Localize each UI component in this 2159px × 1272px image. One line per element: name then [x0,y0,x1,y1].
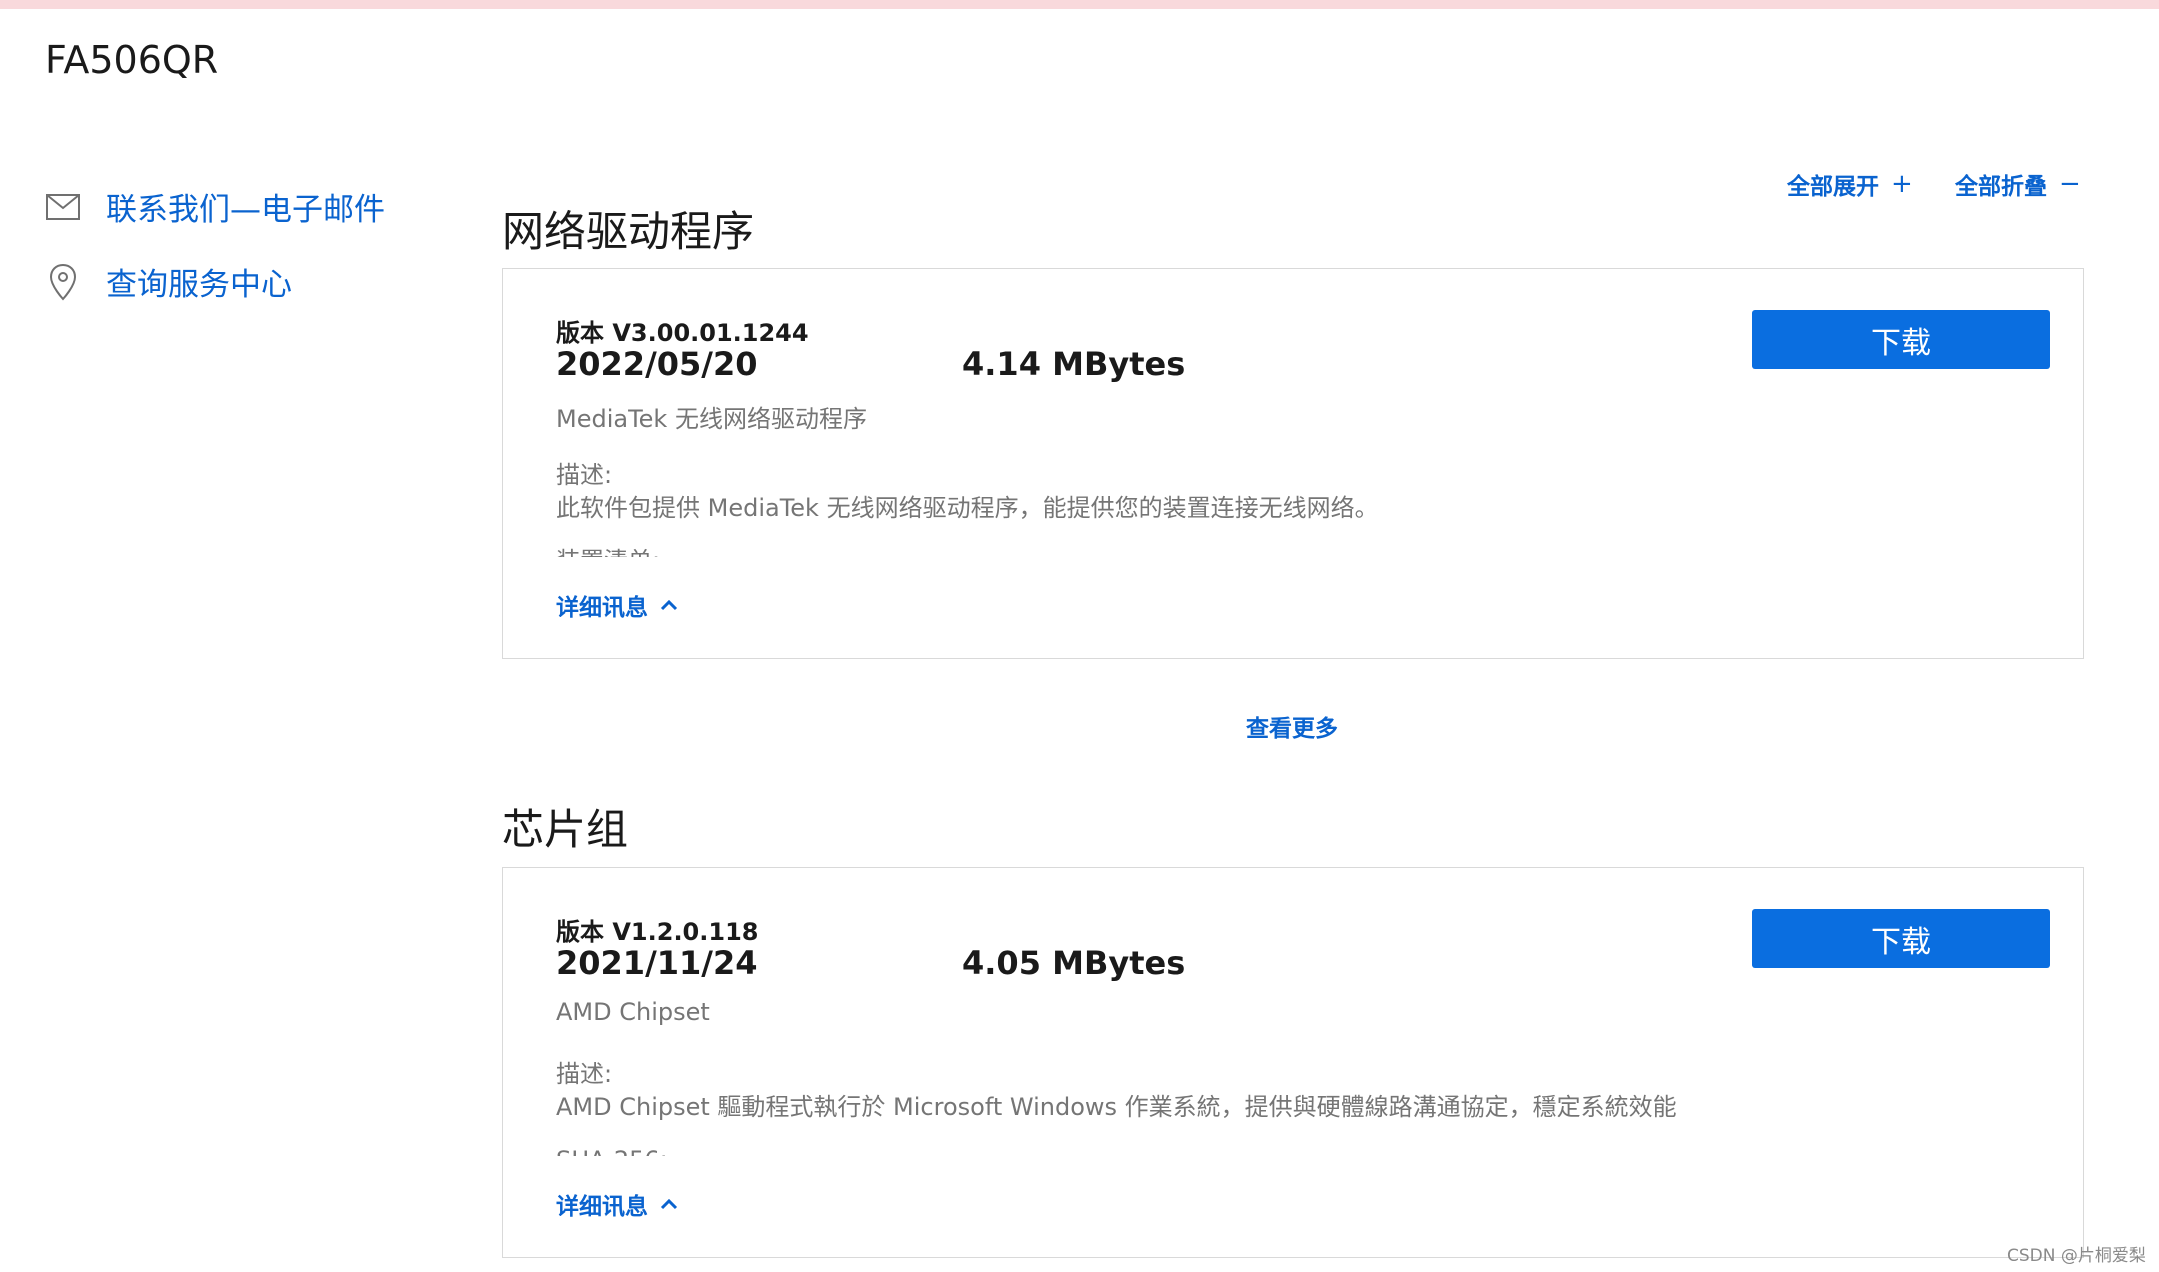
release-date: 2022/05/20 [556,345,758,383]
download-button[interactable]: 下载 [1752,909,2050,968]
chevron-up-icon [660,1198,678,1210]
package-name: AMD Chipset [556,998,710,1026]
see-more-link[interactable]: 查看更多 [1246,709,1338,743]
watermark: CSDN @片桐爱梨 [2007,1246,2146,1266]
description-label: 描述: [556,461,613,489]
service-center-link[interactable]: 查询服务中心 [45,259,292,304]
extra-label: SHA-256: [556,1144,2016,1156]
package-name: MediaTek 无线网络驱动程序 [556,405,867,433]
description-block: 描述: AMD Chipset 驅動程式執行於 Microsoft Window… [556,1058,2016,1156]
description-text: 此软件包提供 MediaTek 无线网络驱动程序，能提供您的装置连接无线网络。 [556,494,1379,522]
top-strip [0,0,2159,9]
location-pin-icon [45,263,81,300]
section-title-chipset: 芯片组 [502,805,629,854]
minus-icon: − [2059,169,2081,199]
expand-all-label: 全部展开 [1787,174,1879,200]
chevron-up-icon [660,599,678,611]
file-size: 4.05 MBytes [962,944,1186,982]
expand-all-button[interactable]: 全部展开 + [1787,167,1913,201]
driver-card-chipset: 版本 V1.2.0.118 2021/11/24 4.05 MBytes AMD… [502,867,2084,1258]
file-size: 4.14 MBytes [962,345,1186,383]
details-label: 详细讯息 [556,1194,648,1220]
contact-email-link[interactable]: 联系我们—电子邮件 [45,184,385,229]
model-title: FA506QR [45,38,219,82]
mail-icon [45,189,81,225]
release-date: 2021/11/24 [556,944,758,982]
description-label: 描述: [556,1060,613,1088]
version-label: 版本 V1.2.0.118 [556,918,759,946]
section-title-network: 网络驱动程序 [502,207,755,256]
version-label: 版本 V3.00.01.1244 [556,319,809,347]
collapse-all-label: 全部折叠 [1955,174,2047,200]
contact-email-label: 联系我们—电子邮件 [106,192,385,228]
service-center-label: 查询服务中心 [106,267,292,303]
description-text: AMD Chipset 驅動程式執行於 Microsoft Windows 作業… [556,1093,1677,1121]
driver-card-network: 版本 V3.00.01.1244 2022/05/20 4.14 MBytes … [502,268,2084,659]
plus-icon: + [1891,169,1913,199]
download-button[interactable]: 下载 [1752,310,2050,369]
details-label: 详细讯息 [556,595,648,621]
extra-label: 装置清单: [556,545,2016,557]
details-toggle[interactable]: 详细讯息 [556,1187,678,1221]
details-toggle[interactable]: 详细讯息 [556,588,678,622]
description-block: 描述: 此软件包提供 MediaTek 无线网络驱动程序，能提供您的装置连接无线… [556,459,2016,557]
collapse-all-button[interactable]: 全部折叠 − [1955,167,2081,201]
